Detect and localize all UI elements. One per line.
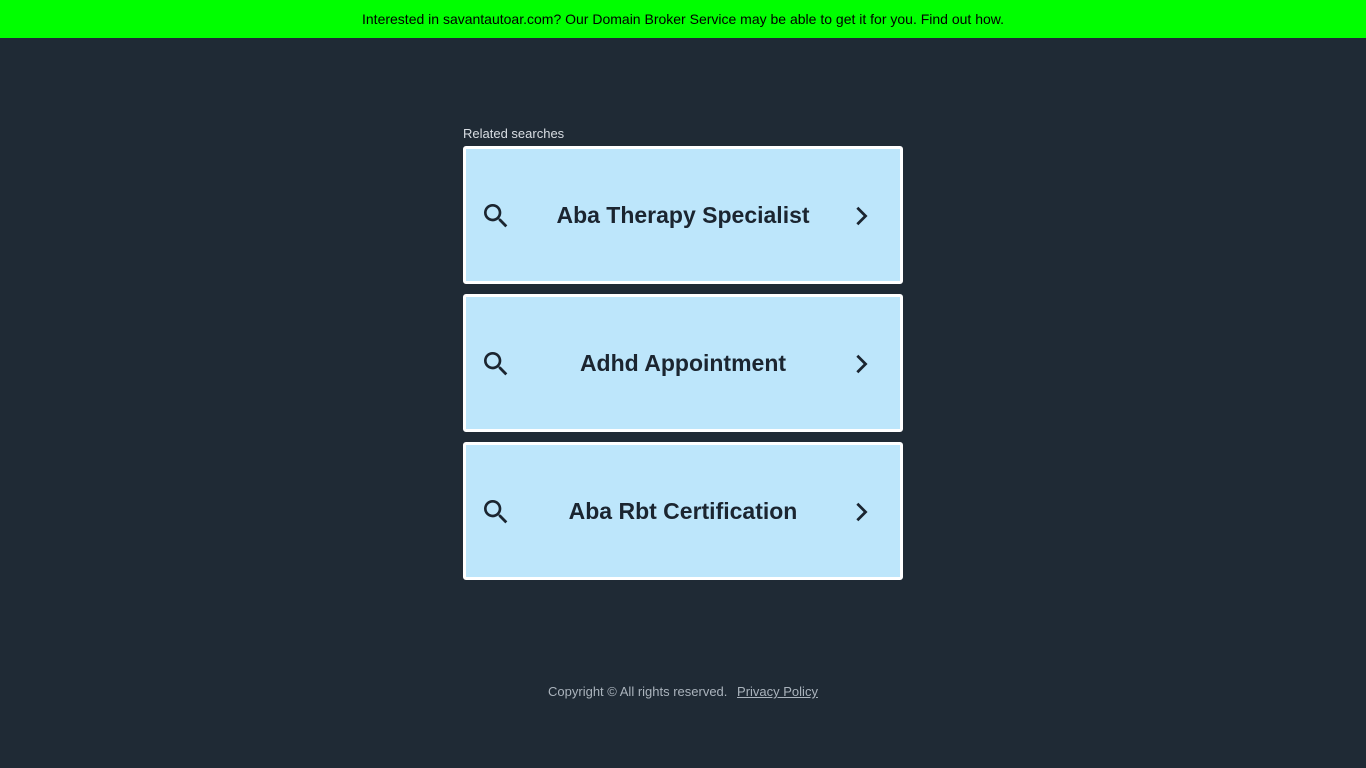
related-search-label: Adhd Appointment xyxy=(579,350,787,376)
chevron-right-icon xyxy=(856,502,868,522)
related-search-label: Aba Therapy Specialist xyxy=(556,202,810,228)
related-searches: Related searches Aba Therapy Specialist … xyxy=(463,125,903,590)
search-icon xyxy=(484,352,508,376)
chevron-right-icon xyxy=(856,354,868,374)
domain-broker-banner[interactable]: Interested in savantautoar.com? Our Doma… xyxy=(0,0,1366,38)
related-search-item[interactable]: Aba Rbt Certification xyxy=(463,442,903,580)
related-search-label: Aba Rbt Certification xyxy=(568,498,798,524)
related-search-item[interactable]: Aba Therapy Specialist xyxy=(463,146,903,284)
footer: Copyright © All rights reserved. Privacy… xyxy=(0,684,1366,699)
related-searches-label: Related searches xyxy=(463,126,565,141)
copyright-text: Copyright © All rights reserved. xyxy=(548,684,728,699)
search-icon xyxy=(484,500,508,524)
chevron-right-icon xyxy=(856,206,868,226)
privacy-policy-link[interactable]: Privacy Policy xyxy=(737,684,818,699)
search-icon xyxy=(484,204,508,228)
related-search-item[interactable]: Adhd Appointment xyxy=(463,294,903,432)
